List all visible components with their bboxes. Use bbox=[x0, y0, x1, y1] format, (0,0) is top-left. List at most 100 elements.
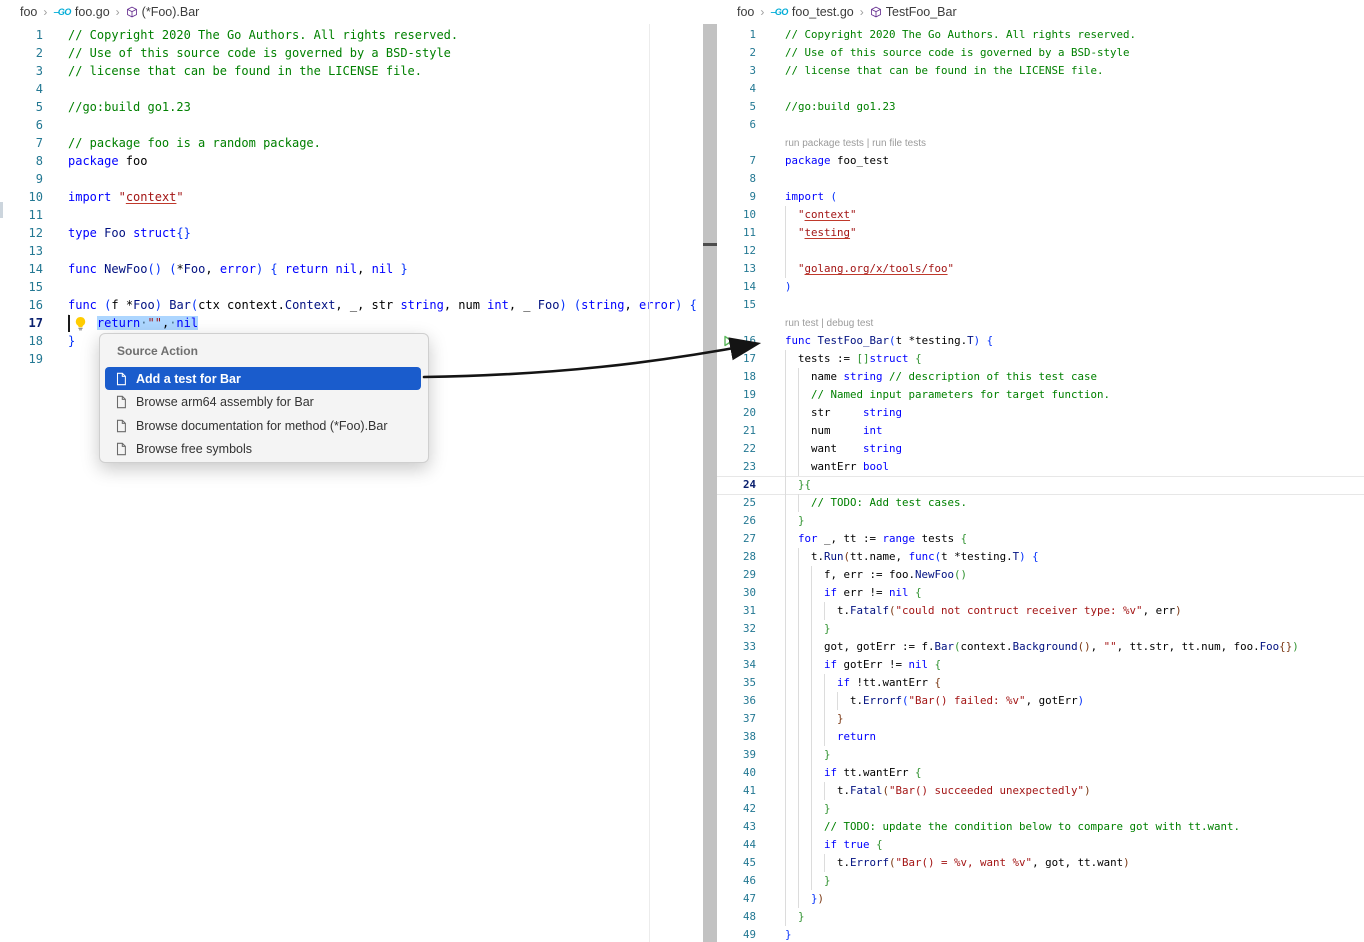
code-token: // description of this test case bbox=[889, 370, 1097, 383]
breadcrumb-item-testfoo-bar[interactable]: TestFoo_Bar bbox=[870, 5, 957, 19]
code-line-8[interactable]: 8 bbox=[717, 170, 1364, 188]
codelens-link[interactable]: debug test bbox=[827, 318, 874, 329]
code-line-44[interactable]: 44 if true { bbox=[717, 836, 1364, 854]
code-area-foo-go[interactable]: 1// Copyright 2020 The Go Authors. All r… bbox=[0, 24, 712, 942]
code-line-14[interactable]: 14) bbox=[717, 278, 1364, 296]
code-line-28[interactable]: 28 t.Run(tt.name, func(t *testing.T) { bbox=[717, 548, 1364, 566]
code-line-48[interactable]: 48 } bbox=[717, 908, 1364, 926]
breadcrumb-item-foo[interactable]: foo bbox=[737, 5, 754, 19]
code-line-12[interactable]: 12 bbox=[717, 242, 1364, 260]
code-line-14[interactable]: 14func NewFoo() (*Foo, error) { return n… bbox=[0, 260, 712, 278]
code-token: error bbox=[639, 298, 675, 312]
code-line-42[interactable]: 42 } bbox=[717, 800, 1364, 818]
code-line-15[interactable]: 15 bbox=[717, 296, 1364, 314]
code-line-1[interactable]: 1// Copyright 2020 The Go Authors. All r… bbox=[717, 26, 1364, 44]
code-line-25[interactable]: 25 // TODO: Add test cases. bbox=[717, 494, 1364, 512]
menu-item-browse-arm64-assembly-for-bar[interactable]: Browse arm64 assembly for Bar bbox=[105, 391, 421, 414]
code-line-1[interactable]: 1// Copyright 2020 The Go Authors. All r… bbox=[0, 26, 712, 44]
code-line-22[interactable]: 22 want string bbox=[717, 440, 1364, 458]
codelens-link[interactable]: run file tests bbox=[872, 138, 926, 149]
code-line-33[interactable]: 33 got, gotErr := f.Bar(context.Backgrou… bbox=[717, 638, 1364, 656]
menu-item-browse-free-symbols[interactable]: Browse free symbols bbox=[105, 438, 421, 461]
code-text: // TODO: update the condition below to c… bbox=[785, 818, 1240, 836]
menu-item-add-a-test-for-bar[interactable]: Add a test for Bar bbox=[105, 367, 421, 390]
code-line-2[interactable]: 2// Use of this source code is governed … bbox=[717, 44, 1364, 62]
code-line-30[interactable]: 30 if err != nil { bbox=[717, 584, 1364, 602]
code-line-2[interactable]: 2// Use of this source code is governed … bbox=[0, 44, 712, 62]
code-line-6[interactable]: 6 bbox=[717, 116, 1364, 134]
split-sash[interactable] bbox=[703, 24, 717, 942]
code-line-39[interactable]: 39 } bbox=[717, 746, 1364, 764]
code-line-20[interactable]: 20 str string bbox=[717, 404, 1364, 422]
code-text: } bbox=[785, 872, 831, 890]
code-line-13[interactable]: 13 bbox=[0, 242, 712, 260]
code-token: , bbox=[205, 262, 219, 276]
code-line-41[interactable]: 41 t.Fatal("Bar() succeeded unexpectedly… bbox=[717, 782, 1364, 800]
line-number: 28 bbox=[717, 548, 756, 566]
code-token: import bbox=[68, 190, 111, 204]
run-test-icon[interactable] bbox=[722, 335, 734, 347]
code-line-37[interactable]: 37 } bbox=[717, 710, 1364, 728]
code-line-11[interactable]: 11 bbox=[0, 206, 712, 224]
code-line-23[interactable]: 23 wantErr bool bbox=[717, 458, 1364, 476]
code-area-foo-test-go[interactable]: 1// Copyright 2020 The Go Authors. All r… bbox=[717, 24, 1364, 942]
code-line-9[interactable]: 9import ( bbox=[717, 188, 1364, 206]
code-text: }) bbox=[785, 890, 824, 908]
code-line-8[interactable]: 8package foo bbox=[0, 152, 712, 170]
code-line-43[interactable]: 43 // TODO: update the condition below t… bbox=[717, 818, 1364, 836]
code-line-15[interactable]: 15 bbox=[0, 278, 712, 296]
code-line-5[interactable]: 5//go:build go1.23 bbox=[0, 98, 712, 116]
code-line-4[interactable]: 4 bbox=[0, 80, 712, 98]
code-line-45[interactable]: 45 t.Errorf("Bar() = %v, want %v", got, … bbox=[717, 854, 1364, 872]
go-file-icon: ‒GO bbox=[53, 7, 71, 17]
code-line-38[interactable]: 38 return bbox=[717, 728, 1364, 746]
code-line-5[interactable]: 5//go:build go1.23 bbox=[717, 98, 1364, 116]
code-line-7[interactable]: 7// package foo is a random package. bbox=[0, 134, 712, 152]
code-line-36[interactable]: 36 t.Errorf("Bar() failed: %v", gotErr) bbox=[717, 692, 1364, 710]
code-line-46[interactable]: 46 } bbox=[717, 872, 1364, 890]
line-number: 10 bbox=[717, 206, 756, 224]
code-text: //go:build go1.23 bbox=[785, 98, 896, 116]
code-line-17[interactable]: 17 tests := []struct { bbox=[717, 350, 1364, 368]
breadcrumb-item-foo[interactable]: foo bbox=[20, 5, 37, 19]
code-line-16[interactable]: 16func (f *Foo) Bar(ctx context.Context,… bbox=[0, 296, 712, 314]
code-line-9[interactable]: 9 bbox=[0, 170, 712, 188]
code-line-7[interactable]: 7package foo_test bbox=[717, 152, 1364, 170]
code-line-3[interactable]: 3// license that can be found in the LIC… bbox=[717, 62, 1364, 80]
code-line-34[interactable]: 34 if gotErr != nil { bbox=[717, 656, 1364, 674]
code-line-40[interactable]: 40 if tt.wantErr { bbox=[717, 764, 1364, 782]
breadcrumb-item-foo-go[interactable]: ‒GOfoo.go bbox=[53, 5, 109, 19]
line-number: 12 bbox=[0, 224, 43, 242]
code-line-12[interactable]: 12type Foo struct{} bbox=[0, 224, 712, 242]
code-line-35[interactable]: 35 if !tt.wantErr { bbox=[717, 674, 1364, 692]
codelens-link[interactable]: run test bbox=[785, 318, 818, 329]
breadcrumb-item--foo-bar[interactable]: (*Foo).Bar bbox=[126, 5, 200, 19]
code-line-24[interactable]: 24 }{ bbox=[717, 476, 1364, 494]
code-line-16[interactable]: 16func TestFoo_Bar(t *testing.T) { bbox=[717, 332, 1364, 350]
code-line-47[interactable]: 47 }) bbox=[717, 890, 1364, 908]
code-line-11[interactable]: 11 "testing" bbox=[717, 224, 1364, 242]
code-line-19[interactable]: 19 // Named input parameters for target … bbox=[717, 386, 1364, 404]
code-line-10[interactable]: 10import "context" bbox=[0, 188, 712, 206]
code-line-21[interactable]: 21 num int bbox=[717, 422, 1364, 440]
code-line-17[interactable]: 17 return·"",·nil bbox=[0, 314, 712, 332]
code-line-49[interactable]: 49} bbox=[717, 926, 1364, 942]
code-line-13[interactable]: 13 "golang.org/x/tools/foo" bbox=[717, 260, 1364, 278]
codelens-link[interactable]: run package tests bbox=[785, 138, 864, 149]
code-text: // Copyright 2020 The Go Authors. All ri… bbox=[68, 26, 458, 44]
code-line-32[interactable]: 32 } bbox=[717, 620, 1364, 638]
code-line-27[interactable]: 27 for _, tt := range tests { bbox=[717, 530, 1364, 548]
code-line-29[interactable]: 29 f, err := foo.NewFoo() bbox=[717, 566, 1364, 584]
code-token: string bbox=[863, 442, 902, 455]
code-text: return·"",·nil bbox=[68, 314, 198, 332]
breadcrumb-item-foo-test-go[interactable]: ‒GOfoo_test.go bbox=[770, 5, 853, 19]
code-text: if gotErr != nil { bbox=[785, 656, 941, 674]
code-line-4[interactable]: 4 bbox=[717, 80, 1364, 98]
code-line-31[interactable]: 31 t.Fatalf("could not contruct receiver… bbox=[717, 602, 1364, 620]
code-line-10[interactable]: 10 "context" bbox=[717, 206, 1364, 224]
menu-item-browse-documentation-for-method-foo-bar[interactable]: Browse documentation for method (*Foo).B… bbox=[105, 414, 421, 437]
code-line-26[interactable]: 26 } bbox=[717, 512, 1364, 530]
code-line-6[interactable]: 6 bbox=[0, 116, 712, 134]
code-line-18[interactable]: 18 name string // description of this te… bbox=[717, 368, 1364, 386]
code-line-3[interactable]: 3// license that can be found in the LIC… bbox=[0, 62, 712, 80]
